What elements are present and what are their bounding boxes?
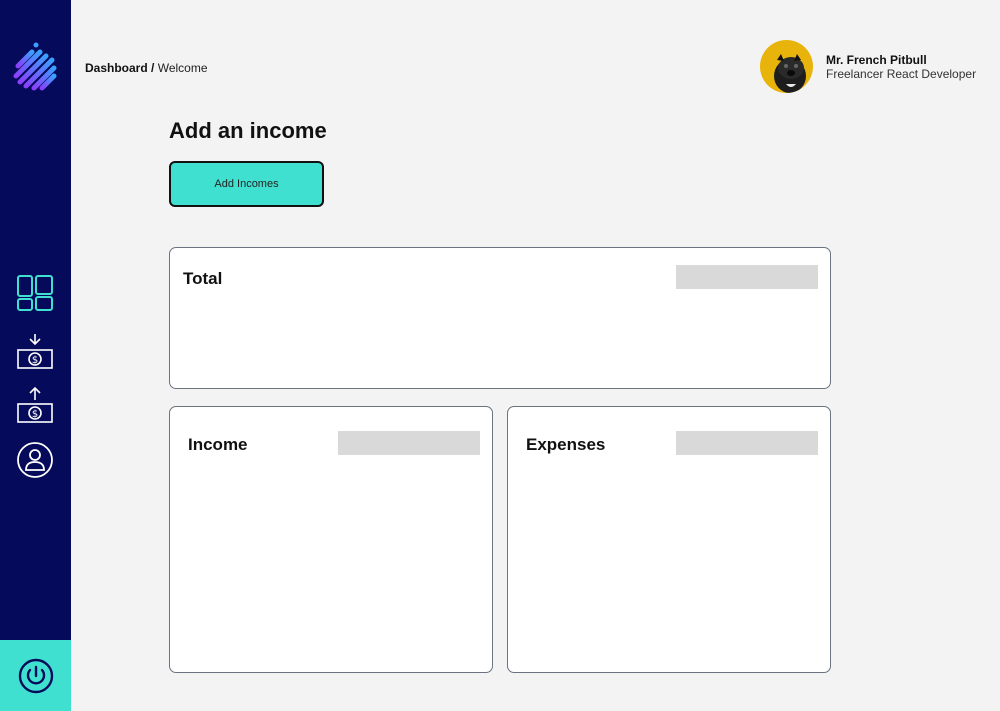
income-value-placeholder bbox=[338, 431, 480, 455]
user-profile[interactable]: Mr. French Pitbull Freelancer React Deve… bbox=[760, 40, 976, 93]
app-logo-icon[interactable] bbox=[12, 40, 60, 96]
expense-money-icon: $ bbox=[17, 386, 53, 423]
total-card: Total bbox=[169, 247, 831, 389]
breadcrumb-separator: / bbox=[147, 61, 158, 75]
expenses-card: Expenses bbox=[507, 406, 831, 673]
nav-profile[interactable] bbox=[13, 438, 57, 482]
nav-dashboard[interactable] bbox=[13, 271, 57, 315]
expenses-value-placeholder bbox=[676, 431, 818, 455]
pug-avatar-icon bbox=[774, 54, 806, 93]
breadcrumb-current: Welcome bbox=[157, 61, 208, 75]
breadcrumb-dashboard[interactable]: Dashboard bbox=[85, 61, 148, 75]
power-icon bbox=[18, 658, 53, 693]
expenses-card-title: Expenses bbox=[526, 435, 606, 454]
user-role: Freelancer React Developer bbox=[826, 66, 977, 81]
profile-text: Mr. French Pitbull Freelancer React Deve… bbox=[826, 53, 976, 81]
total-value-placeholder bbox=[676, 265, 818, 289]
total-card-title: Total bbox=[183, 269, 223, 288]
user-profile-icon bbox=[17, 442, 53, 478]
income-money-icon: $ bbox=[17, 334, 53, 369]
income-card-title: Income bbox=[188, 435, 248, 454]
svg-text:$: $ bbox=[32, 355, 38, 366]
avatar bbox=[760, 40, 813, 93]
add-incomes-button[interactable]: Add Incomes bbox=[169, 161, 324, 207]
nav-expenses[interactable]: $ bbox=[13, 384, 57, 428]
income-card: Income bbox=[169, 406, 493, 673]
user-name: Mr. French Pitbull bbox=[826, 52, 927, 67]
logout-button[interactable] bbox=[0, 640, 71, 711]
svg-text:$: $ bbox=[32, 409, 38, 420]
dashboard-grid-icon bbox=[17, 275, 53, 311]
breadcrumb: Dashboard / Welcome bbox=[85, 61, 208, 75]
page-title: Add an income bbox=[169, 118, 327, 143]
sidebar: $ $ bbox=[0, 0, 71, 711]
nav-income[interactable]: $ bbox=[13, 330, 57, 374]
